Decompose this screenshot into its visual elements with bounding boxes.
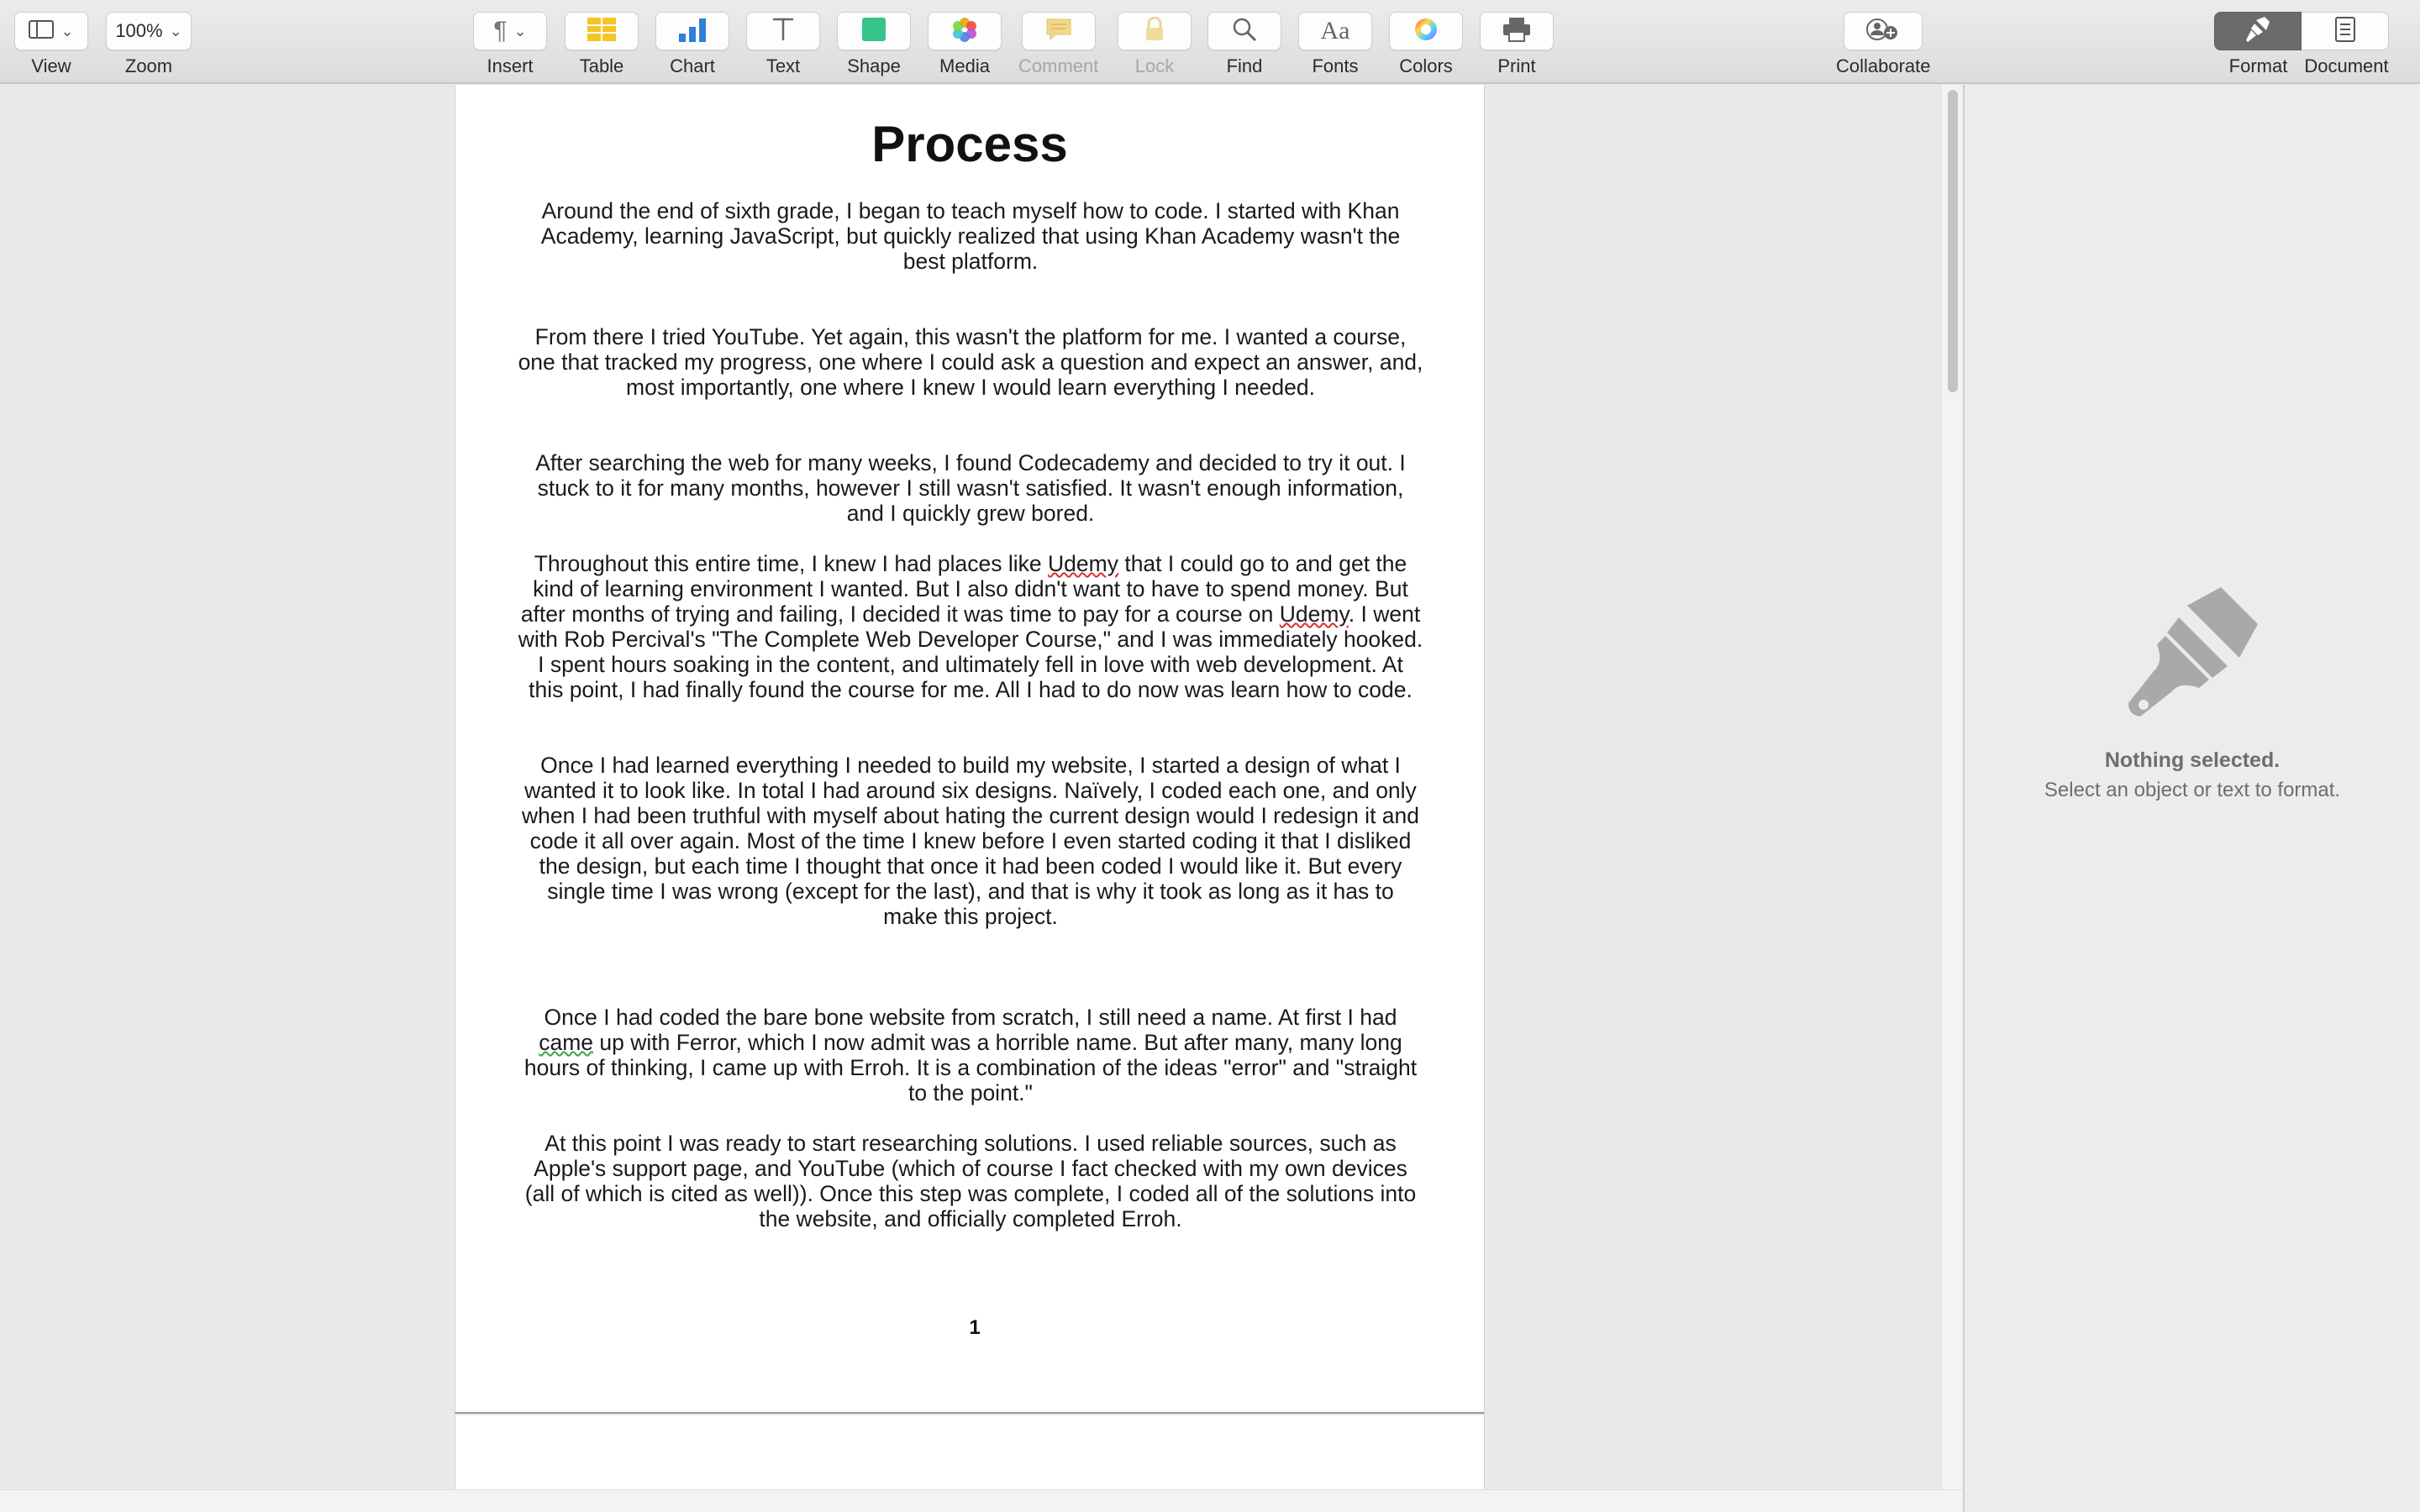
view-label: View [31,55,71,76]
paragraph-6[interactable]: Once I had coded the bare bone website f… [518,1005,1423,1105]
collaborate-button[interactable] [1844,12,1923,50]
misspelled-word[interactable]: Udemy [1280,601,1349,627]
next-page[interactable] [455,1415,1485,1489]
zoom-select[interactable]: 100% ⌄ [106,12,192,50]
paragraph-5[interactable]: Once I had learned everything I needed t… [518,753,1423,929]
text-button[interactable] [746,12,820,50]
collaborate-icon [1865,17,1901,46]
shape-label: Shape [847,55,901,76]
pilcrow-icon: ¶ [493,17,508,45]
insert-control[interactable]: ¶ ⌄ Insert [473,12,547,77]
inspector-toggle [2214,12,2389,50]
print-button[interactable] [1480,12,1554,50]
find-control[interactable]: Find [1207,12,1281,77]
lock-button[interactable] [1118,12,1192,50]
lock-control[interactable]: Lock [1118,12,1192,77]
insert-label: Insert [487,55,534,76]
paragraph-4[interactable]: Throughout this entire time, I knew I ha… [518,551,1423,702]
printer-icon [1502,17,1531,46]
comment-control[interactable]: Comment [1018,12,1098,77]
misspelled-word[interactable]: Udemy [1048,551,1118,576]
print-control[interactable]: Print [1480,12,1554,77]
nothing-selected-title: Nothing selected. [2104,748,2281,772]
toolbar: ⌄ View 100% ⌄ Zoom ¶ ⌄ Insert Table Char… [0,0,2420,84]
comment-button[interactable] [1021,12,1096,50]
table-label: Table [579,55,624,76]
inspector-toggle-labels: Format Document [2214,55,2420,77]
search-icon [1232,17,1257,46]
chart-control[interactable]: Chart [655,12,729,77]
lock-icon [1144,16,1165,46]
horizontal-scrollbar[interactable] [0,1489,1963,1512]
table-control[interactable]: Table [565,12,639,77]
text-run: up with Ferror, which I now admit was a … [523,1030,1418,1105]
grammar-flagged-word[interactable]: came [539,1030,593,1055]
view-control[interactable]: ⌄ View [14,12,88,77]
fonts-icon: Aa [1320,17,1350,45]
text-icon [771,17,796,46]
table-icon [587,17,616,45]
view-button[interactable]: ⌄ [14,12,88,50]
document-icon [2334,16,2355,46]
paragraph-7[interactable]: At this point I was ready to start resea… [518,1131,1423,1231]
nothing-selected-hint: Select an object or text to format. [2044,779,2341,801]
vertical-scrollbar[interactable] [1941,85,1963,1489]
text-run: Throughout this entire time, I knew I ha… [534,551,1049,576]
chevron-down-icon: ⌄ [513,22,527,39]
zoom-value: 100% [115,20,163,41]
chevron-down-icon: ⌄ [169,22,182,39]
document-page[interactable]: Process Around the end of sixth grade, I… [455,85,1485,1414]
text-run: Once I had coded the bare bone website f… [544,1005,1397,1030]
paragraph-3[interactable]: After searching the web for many weeks, … [518,450,1423,526]
collaborate-control[interactable]: Collaborate [1836,12,1931,77]
comment-label: Comment [1018,55,1099,76]
format-inspector: Nothing selected. Select an object or te… [1963,85,2420,1512]
media-button[interactable] [928,12,1002,50]
document-canvas[interactable]: Process Around the end of sixth grade, I… [0,85,1963,1489]
scroll-thumb[interactable] [1948,90,1958,392]
print-label: Print [1497,55,1536,76]
format-tab[interactable] [2214,12,2302,50]
comment-icon [1045,18,1072,45]
zoom-control[interactable]: 100% ⌄ Zoom [106,12,192,77]
text-label: Text [765,55,801,76]
chart-icon [677,17,708,46]
sidebar-icon [29,19,55,43]
paragraph-2[interactable]: From there I tried YouTube. Yet again, t… [518,324,1423,400]
table-button[interactable] [565,12,639,50]
shape-button[interactable] [837,12,911,50]
shape-control[interactable]: Shape [837,12,911,77]
paintbrush-icon [2244,16,2271,46]
chevron-down-icon: ⌄ [60,22,74,39]
shape-icon [861,17,886,46]
lock-label: Lock [1134,55,1175,76]
insert-button[interactable]: ¶ ⌄ [473,12,547,50]
colors-label: Colors [1399,55,1453,76]
paragraph-1[interactable]: Around the end of sixth grade, I began t… [518,198,1423,274]
fonts-label: Fonts [1312,55,1359,76]
find-button[interactable] [1207,12,1281,50]
color-wheel-icon [1413,17,1439,46]
media-label: Media [939,55,990,76]
media-icon [951,16,978,47]
document-label: Document [2304,55,2389,76]
chart-button[interactable] [655,12,729,50]
colors-button[interactable] [1389,12,1463,50]
format-label: Format [2228,55,2288,76]
page-title[interactable]: Process [455,115,1484,173]
fonts-button[interactable]: Aa [1298,12,1372,50]
document-tab[interactable] [2302,12,2389,50]
media-control[interactable]: Media [928,12,1002,77]
colors-control[interactable]: Colors [1389,12,1463,77]
fonts-control[interactable]: Aa Fonts [1298,12,1372,77]
paintbrush-icon [2122,580,2265,727]
collaborate-label: Collaborate [1836,55,1931,76]
chart-label: Chart [670,55,715,76]
find-label: Find [1226,55,1263,76]
text-control[interactable]: Text [746,12,820,77]
page-number: 1 [969,1316,981,1339]
zoom-label: Zoom [124,55,173,76]
